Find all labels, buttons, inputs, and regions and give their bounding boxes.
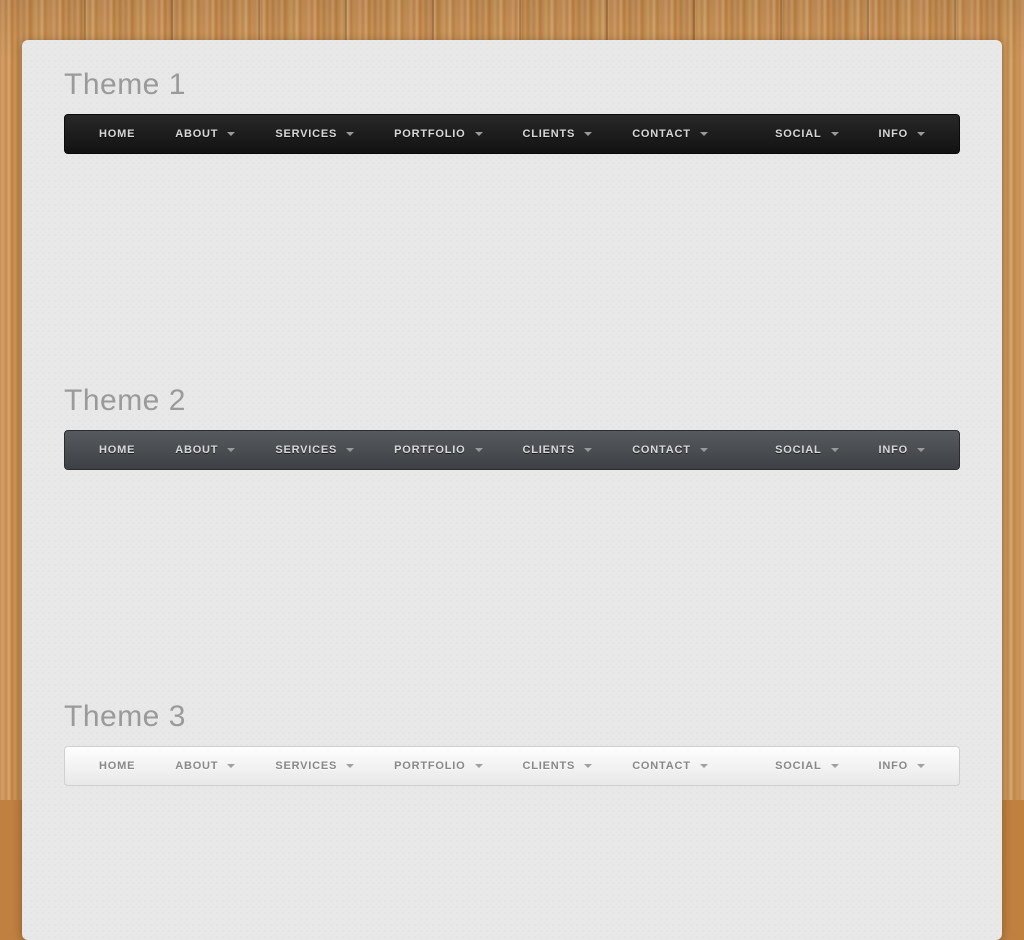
nav-label: CLIENTS <box>523 444 576 456</box>
theme-section-3: Theme 3 HOME ABOUT SERVICES PORTFOLIO <box>22 700 1002 786</box>
nav-left-group: HOME ABOUT SERVICES PORTFOLIO CLIENTS <box>79 746 728 786</box>
nav-item-info[interactable]: INFO <box>859 114 945 154</box>
nav-item-portfolio[interactable]: PORTFOLIO <box>374 746 502 786</box>
chevron-down-icon <box>700 448 708 452</box>
nav-label: SOCIAL <box>775 128 821 140</box>
nav-left-group: HOME ABOUT SERVICES PORTFOLIO CLIENTS <box>79 114 728 154</box>
chevron-down-icon <box>227 764 235 768</box>
nav-item-social[interactable]: SOCIAL <box>755 430 858 470</box>
nav-item-clients[interactable]: CLIENTS <box>503 746 613 786</box>
nav-item-clients[interactable]: CLIENTS <box>503 114 613 154</box>
nav-label: SERVICES <box>275 760 337 772</box>
nav-right-group: SOCIAL INFO <box>755 430 945 470</box>
nav-label: HOME <box>99 760 135 772</box>
nav-label: HOME <box>99 444 135 456</box>
nav-item-about[interactable]: ABOUT <box>155 114 255 154</box>
theme-title-1: Theme 1 <box>22 68 1002 102</box>
chevron-down-icon <box>346 448 354 452</box>
chevron-down-icon <box>700 132 708 136</box>
nav-item-clients[interactable]: CLIENTS <box>503 430 613 470</box>
nav-label: PORTFOLIO <box>394 760 465 772</box>
theme-section-2: Theme 2 HOME ABOUT SERVICES PORTFOLIO <box>22 384 1002 700</box>
chevron-down-icon <box>227 132 235 136</box>
nav-label: INFO <box>879 760 908 772</box>
nav-label: SERVICES <box>275 444 337 456</box>
nav-label: CONTACT <box>632 444 691 456</box>
page-container: Theme 1 HOME ABOUT SERVICES PORTFOLIO <box>22 40 1002 940</box>
chevron-down-icon <box>584 448 592 452</box>
nav-label: INFO <box>879 444 908 456</box>
nav-label: CLIENTS <box>523 760 576 772</box>
nav-item-info[interactable]: INFO <box>859 430 945 470</box>
nav-item-services[interactable]: SERVICES <box>255 114 374 154</box>
nav-label: CONTACT <box>632 760 691 772</box>
nav-item-services[interactable]: SERVICES <box>255 430 374 470</box>
nav-right-group: SOCIAL INFO <box>755 114 945 154</box>
nav-item-social[interactable]: SOCIAL <box>755 746 858 786</box>
nav-item-portfolio[interactable]: PORTFOLIO <box>374 430 502 470</box>
nav-right-group: SOCIAL INFO <box>755 746 945 786</box>
chevron-down-icon <box>700 764 708 768</box>
chevron-down-icon <box>584 764 592 768</box>
nav-label: INFO <box>879 128 908 140</box>
chevron-down-icon <box>346 132 354 136</box>
navbar-theme-2: HOME ABOUT SERVICES PORTFOLIO CLIENTS <box>64 430 960 470</box>
chevron-down-icon <box>831 132 839 136</box>
theme-title-2: Theme 2 <box>22 384 1002 418</box>
theme-title-3: Theme 3 <box>22 700 1002 734</box>
nav-item-contact[interactable]: CONTACT <box>612 746 728 786</box>
nav-label: SOCIAL <box>775 444 821 456</box>
chevron-down-icon <box>227 448 235 452</box>
nav-item-home[interactable]: HOME <box>79 114 155 154</box>
nav-item-social[interactable]: SOCIAL <box>755 114 858 154</box>
chevron-down-icon <box>346 764 354 768</box>
nav-label: CLIENTS <box>523 128 576 140</box>
chevron-down-icon <box>475 132 483 136</box>
nav-item-info[interactable]: INFO <box>859 746 945 786</box>
chevron-down-icon <box>917 132 925 136</box>
chevron-down-icon <box>831 448 839 452</box>
nav-label: HOME <box>99 128 135 140</box>
nav-item-portfolio[interactable]: PORTFOLIO <box>374 114 502 154</box>
nav-label: SOCIAL <box>775 760 821 772</box>
nav-left-group: HOME ABOUT SERVICES PORTFOLIO CLIENTS <box>79 430 728 470</box>
nav-item-contact[interactable]: CONTACT <box>612 430 728 470</box>
nav-label: PORTFOLIO <box>394 444 465 456</box>
nav-label: ABOUT <box>175 444 218 456</box>
chevron-down-icon <box>475 764 483 768</box>
nav-label: PORTFOLIO <box>394 128 465 140</box>
nav-item-services[interactable]: SERVICES <box>255 746 374 786</box>
navbar-theme-1: HOME ABOUT SERVICES PORTFOLIO CLIENTS <box>64 114 960 154</box>
nav-label: SERVICES <box>275 128 337 140</box>
chevron-down-icon <box>475 448 483 452</box>
nav-item-about[interactable]: ABOUT <box>155 430 255 470</box>
nav-item-home[interactable]: HOME <box>79 746 155 786</box>
theme-section-1: Theme 1 HOME ABOUT SERVICES PORTFOLIO <box>22 68 1002 384</box>
chevron-down-icon <box>917 448 925 452</box>
nav-item-about[interactable]: ABOUT <box>155 746 255 786</box>
nav-item-home[interactable]: HOME <box>79 430 155 470</box>
nav-item-contact[interactable]: CONTACT <box>612 114 728 154</box>
nav-label: ABOUT <box>175 128 218 140</box>
navbar-theme-3: HOME ABOUT SERVICES PORTFOLIO CLIENTS <box>64 746 960 786</box>
nav-label: ABOUT <box>175 760 218 772</box>
chevron-down-icon <box>831 764 839 768</box>
nav-label: CONTACT <box>632 128 691 140</box>
chevron-down-icon <box>917 764 925 768</box>
chevron-down-icon <box>584 132 592 136</box>
